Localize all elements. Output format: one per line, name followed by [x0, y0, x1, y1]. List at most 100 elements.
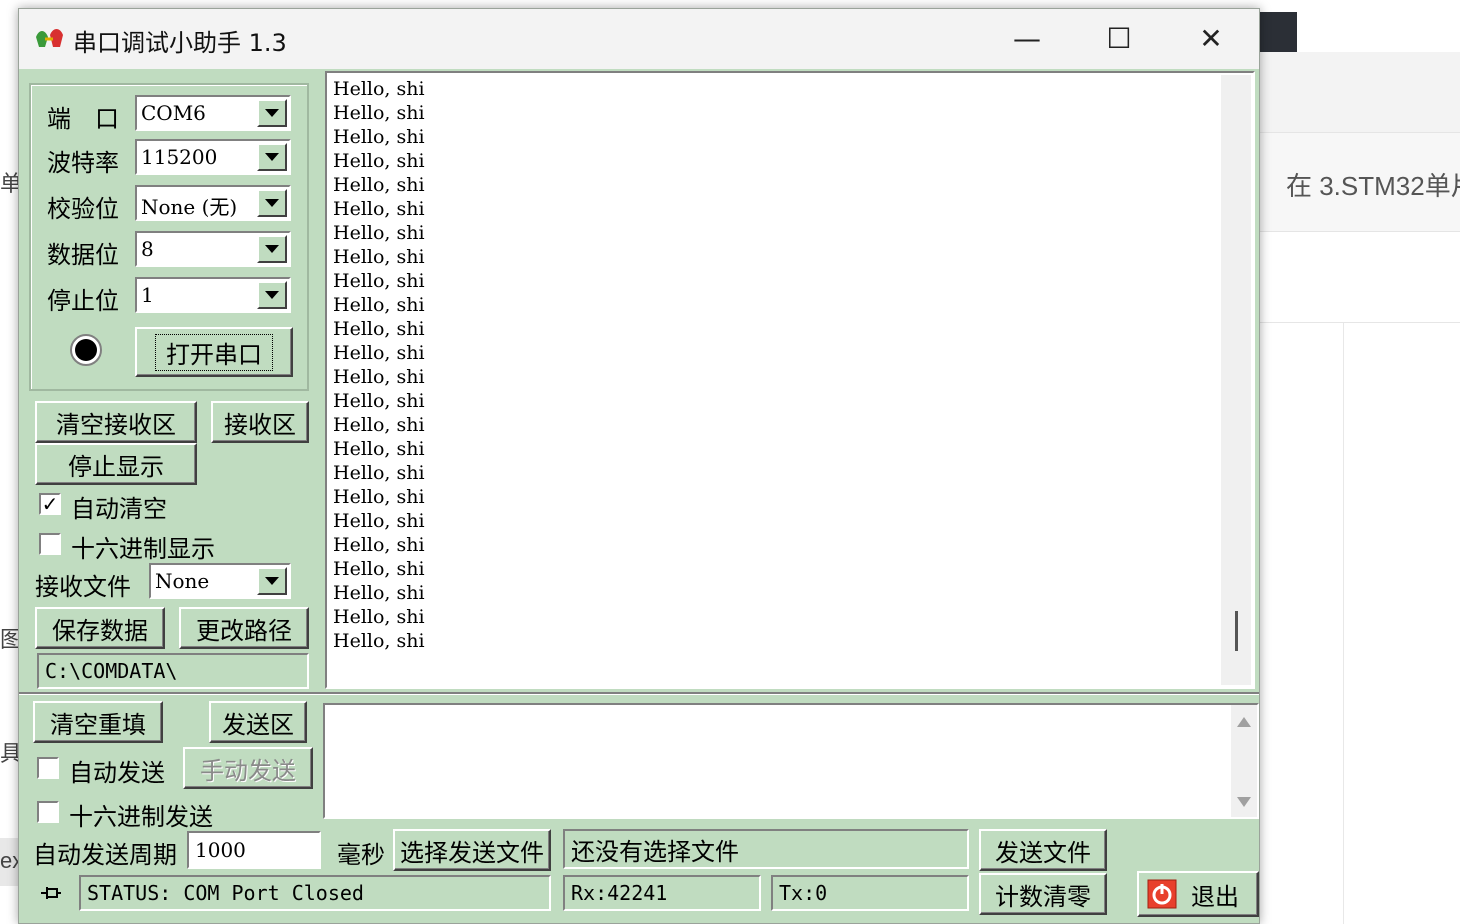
chevron-down-icon[interactable]	[257, 281, 287, 309]
parity-select[interactable]: None (无)	[135, 185, 291, 221]
chevron-down-icon[interactable]	[257, 189, 287, 217]
rx-count-field: Rx:42241	[563, 875, 761, 911]
receive-line: Hello, shi	[333, 534, 425, 556]
receive-line: Hello, shi	[333, 558, 425, 580]
receive-line: Hello, shi	[333, 102, 425, 124]
background-divider-vertical	[1343, 323, 1344, 924]
clear-send-button[interactable]: 清空重填	[33, 701, 163, 743]
receive-line: Hello, shi	[333, 78, 425, 100]
auto-send-checkbox[interactable]	[37, 757, 59, 779]
receive-line: Hello, shi	[333, 150, 425, 172]
receive-file-value: None	[155, 569, 210, 593]
receive-line: Hello, shi	[333, 174, 425, 196]
stop-display-button[interactable]: 停止显示	[35, 443, 197, 485]
open-port-label: 打开串口	[155, 333, 273, 371]
background-tab-label[interactable]: 在 3.STM32单片	[1286, 166, 1460, 203]
auto-clear-label: 自动清空	[71, 495, 167, 523]
hex-display-label: 十六进制显示	[71, 535, 215, 563]
receive-line: Hello, shi	[333, 438, 425, 460]
parity-value: None (无)	[141, 195, 238, 219]
send-period-label: 自动发送周期	[33, 841, 177, 869]
receive-line: Hello, shi	[333, 462, 425, 484]
receive-area-button[interactable]: 接收区	[211, 401, 309, 443]
receive-line: Hello, shi	[333, 246, 425, 268]
close-icon[interactable]: ✕	[1165, 9, 1257, 67]
stopbits-select[interactable]: 1	[135, 277, 291, 313]
status-text-field: STATUS: COM Port Closed	[79, 875, 551, 911]
reset-count-button[interactable]: 计数清零	[979, 873, 1107, 915]
send-area-button[interactable]: 发送区	[209, 701, 307, 743]
power-icon	[1147, 879, 1177, 909]
receive-line: Hello, shi	[333, 222, 425, 244]
chevron-down-icon[interactable]	[257, 567, 287, 595]
chevron-down-icon[interactable]	[257, 99, 287, 127]
databits-value: 8	[141, 237, 154, 261]
receive-line: Hello, shi	[333, 270, 425, 292]
databits-label: 数据位	[47, 241, 119, 269]
databits-select[interactable]: 8	[135, 231, 291, 267]
receive-line: Hello, shi	[333, 414, 425, 436]
baud-select[interactable]: 115200	[135, 139, 291, 175]
chevron-down-icon[interactable]	[257, 143, 287, 171]
stopbits-value: 1	[141, 283, 154, 307]
receive-area[interactable]: Hello, shi Hello, shi Hello, shi Hello, shi…	[325, 71, 1255, 689]
background-divider	[1258, 322, 1460, 323]
window-title: 串口调试小助手 1.3	[73, 29, 287, 57]
send-textarea[interactable]	[323, 703, 1259, 819]
receive-line: Hello, shi	[333, 390, 425, 412]
auto-clear-checkbox[interactable]: ✓	[39, 493, 61, 515]
receive-line: Hello, shi	[333, 582, 425, 604]
receive-line: Hello, shi	[333, 510, 425, 532]
choose-send-file-button[interactable]: 选择发送文件	[393, 829, 551, 871]
pin-icon[interactable]	[37, 879, 65, 907]
panel-divider	[19, 692, 1259, 695]
change-path-button[interactable]: 更改路径	[179, 607, 309, 649]
receive-line: Hello, shi	[333, 486, 425, 508]
tx-count-field: Tx:0	[771, 875, 969, 911]
receive-file-label: 接收文件	[35, 573, 131, 601]
hex-send-checkbox[interactable]	[37, 801, 59, 823]
send-period-input[interactable]: 1000	[187, 831, 321, 869]
period-unit-label: 毫秒	[337, 841, 385, 869]
exit-label: 退出	[1191, 882, 1239, 911]
auto-send-label: 自动发送	[69, 759, 165, 787]
receive-text: Hello, shi Hello, shi Hello, shi Hello, shi…	[333, 77, 425, 653]
receive-file-select[interactable]: None	[149, 563, 291, 599]
receive-line: Hello, shi	[333, 366, 425, 388]
open-port-button[interactable]: 打开串口	[135, 327, 293, 377]
clear-receive-button[interactable]: 清空接收区	[35, 401, 197, 443]
hex-display-checkbox[interactable]	[39, 533, 61, 555]
receive-line: Hello, shi	[333, 198, 425, 220]
port-label: 端 口	[47, 105, 119, 133]
scrollbar-thumb[interactable]	[1235, 611, 1238, 651]
receive-line: Hello, shi	[333, 606, 425, 628]
exit-button[interactable]: 退出	[1137, 871, 1259, 917]
background-toolbar	[1258, 52, 1460, 132]
manual-send-button[interactable]: 手动发送	[183, 747, 313, 789]
scroll-arrows-icon	[1237, 717, 1251, 807]
send-file-button[interactable]: 发送文件	[979, 829, 1107, 871]
baud-value: 115200	[141, 145, 218, 169]
chevron-down-icon[interactable]	[257, 235, 287, 263]
send-scrollbar[interactable]	[1231, 705, 1257, 817]
checkmark-icon: ✓	[41, 492, 59, 516]
receive-line: Hello, shi	[333, 294, 425, 316]
app-icon	[36, 29, 63, 47]
receive-line: Hello, shi	[333, 342, 425, 364]
title-bar[interactable]: 串口调试小助手 1.3 — ☐ ✕	[19, 9, 1259, 69]
stopbits-label: 停止位	[47, 287, 119, 315]
port-select[interactable]: COM6	[135, 95, 291, 131]
port-status-indicator-icon	[70, 334, 102, 366]
save-path-field: C:\COMDATA\	[37, 653, 309, 689]
save-data-button[interactable]: 保存数据	[35, 607, 165, 649]
serial-assistant-window: 串口调试小助手 1.3 — ☐ ✕ 端 口 COM6 波特率 115200 校验…	[18, 8, 1260, 924]
baud-label: 波特率	[47, 149, 119, 177]
file-status-field: 还没有选择文件	[563, 829, 969, 869]
hex-send-label: 十六进制发送	[69, 803, 213, 831]
minimize-icon[interactable]: —	[981, 9, 1073, 67]
receive-scrollbar[interactable]	[1221, 75, 1251, 685]
maximize-icon[interactable]: ☐	[1073, 9, 1165, 67]
receive-line: Hello, shi	[333, 126, 425, 148]
receive-line: Hello, shi	[333, 630, 425, 652]
receive-line: Hello, shi	[333, 318, 425, 340]
